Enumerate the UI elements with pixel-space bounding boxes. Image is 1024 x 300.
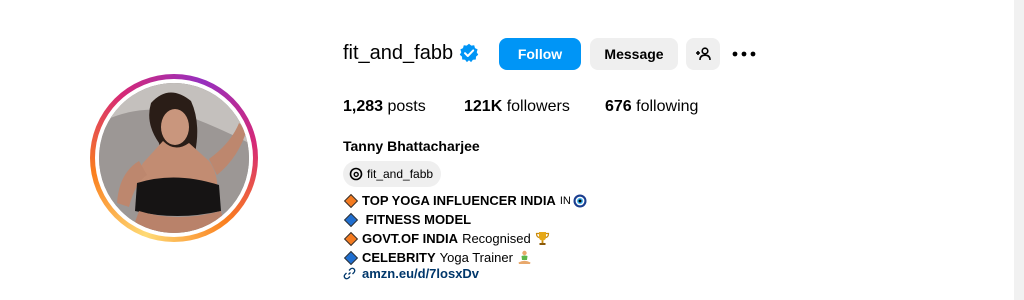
blue-diamond-icon (343, 250, 359, 265)
followers-stat[interactable]: 121K followers (464, 98, 570, 116)
add-user-icon (696, 47, 711, 61)
bio-line-3-text: Recognised (462, 231, 531, 246)
bio-line-1-bold: TOP YOGA INFLUENCER INDIA (362, 193, 556, 208)
posts-count: 1,283 (343, 98, 384, 115)
bio-line-3-bold: GOVT.OF INDIA (362, 231, 459, 246)
bio-line-1: TOP YOGA INFLUENCER INDIA IN (343, 193, 587, 208)
orange-diamond-icon (343, 231, 359, 246)
threads-icon (349, 167, 363, 181)
followers-label: followers (506, 98, 570, 115)
bio-line-4: CELEBRITY Yoga Trainer (343, 250, 532, 265)
profile-link[interactable]: amzn.eu/d/7losxDv (343, 266, 479, 281)
bio-line-3: GOVT.OF INDIA Recognised (343, 231, 550, 246)
posts-label: posts (387, 98, 426, 115)
bio-line-1-suffix: IN (559, 194, 571, 207)
threads-badge[interactable]: fit_and_fabb (343, 161, 442, 187)
following-label: following (636, 98, 699, 115)
follow-button[interactable]: Follow (499, 38, 581, 70)
link-icon (343, 267, 356, 280)
posts-stat: 1,283 posts (343, 98, 426, 116)
meditation-icon (518, 250, 531, 264)
evil-eye-icon (573, 194, 587, 207)
bio-line-4-text: Yoga Trainer (439, 250, 513, 265)
username: fit_and_fabb (343, 42, 454, 64)
following-count: 676 (605, 98, 632, 115)
scrollbar[interactable] (1014, 0, 1024, 300)
more-options-icon[interactable] (731, 46, 757, 62)
avatar[interactable] (99, 83, 249, 233)
avatar-photo-illustration (99, 83, 249, 233)
bio-line-2-bold: FITNESS MODEL (362, 212, 472, 227)
orange-diamond-icon (343, 193, 359, 208)
message-button[interactable]: Message (590, 38, 678, 70)
verified-badge-icon (459, 43, 479, 63)
avatar-story-ring[interactable] (90, 74, 258, 242)
blue-diamond-icon (343, 212, 359, 227)
followers-count: 121K (464, 98, 503, 115)
add-user-button[interactable] (686, 38, 720, 70)
full-name: Tanny Bhattacharjee (343, 138, 480, 154)
trophy-icon (535, 232, 549, 245)
profile-link-text: amzn.eu/d/7losxDv (362, 266, 480, 281)
bio-line-4-bold: CELEBRITY (362, 250, 436, 265)
following-stat[interactable]: 676 following (605, 98, 698, 116)
avatar-border (95, 79, 253, 237)
bio-line-2: FITNESS MODEL (343, 212, 471, 227)
threads-handle: fit_and_fabb (367, 167, 434, 181)
